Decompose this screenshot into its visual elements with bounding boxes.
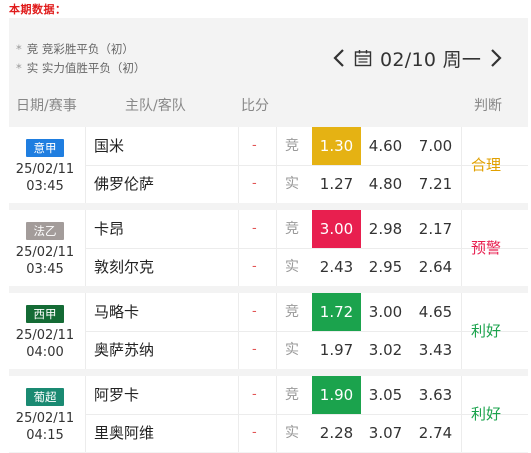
odds-type-label: 竞: [285, 387, 299, 403]
odds-type-label: 竞: [285, 304, 299, 320]
row-divider: [85, 414, 528, 415]
match-date: 25/02/11: [15, 245, 75, 260]
match-time: 04:00: [26, 345, 64, 360]
judgement-label: 利好: [471, 405, 502, 423]
match-time: 04:15: [26, 428, 64, 443]
legend-key: 竞: [26, 42, 39, 56]
row-divider: [85, 165, 528, 166]
odds-draw: 3.02: [368, 341, 403, 359]
match-row[interactable]: 西甲 25/02/11 04:00 马略卡奥萨苏纳 - - 竞实 1.72 3.00 4.65 1.…: [9, 293, 528, 369]
table-header: 日期/赛事 主队/客队 比分 判断: [9, 85, 528, 125]
odds-draw: 2.98: [368, 220, 403, 238]
away-team[interactable]: 佛罗伦萨: [94, 175, 154, 193]
league-badge: 西甲: [26, 305, 64, 323]
away-score: -: [252, 342, 257, 357]
odds-draw: 2.95: [368, 258, 403, 276]
home-score: -: [252, 221, 257, 236]
odds-draw: 4.60: [368, 137, 403, 155]
odds-draw: 3.07: [368, 424, 403, 442]
league-badge: 意甲: [26, 139, 64, 157]
legend-item-strength: * 实 实力值胜平负（初）: [16, 59, 145, 78]
header-date: 日期/赛事: [16, 98, 77, 114]
away-team[interactable]: 奥萨苏纳: [94, 341, 154, 359]
odds-loss: 2.64: [418, 258, 453, 276]
header-teams: 主队/客队: [125, 98, 186, 114]
odds-type-label: 竞: [285, 221, 299, 237]
league-badge: 葡超: [26, 388, 64, 406]
chevron-right-icon[interactable]: [487, 45, 505, 71]
odds-type-label: 实: [285, 342, 299, 358]
match-row[interactable]: 葡超 25/02/11 04:15 阿罗卡里奥阿维 - - 竞实 1.90 3.05 3.63 2.…: [9, 376, 528, 452]
judgement-label: 合理: [471, 156, 502, 174]
date-navigator: 02/10 周一: [330, 44, 505, 72]
odds-loss: 2.74: [418, 424, 453, 442]
row-divider: [85, 331, 528, 332]
odds-win: 2.28: [319, 424, 354, 442]
page-label: 本期数据：: [9, 3, 67, 16]
odds-loss: 2.17: [418, 220, 453, 238]
legend-key: 实: [26, 61, 39, 75]
odds-win: 1.90: [319, 386, 354, 404]
match-date: 25/02/11: [15, 411, 75, 426]
current-date[interactable]: 02/10 周一: [380, 45, 481, 72]
legend: * 竞 竞彩胜平负（初） * 实 实力值胜平负（初）: [16, 40, 145, 78]
odds-draw: 3.00: [368, 303, 403, 321]
odds-loss: 3.43: [418, 341, 453, 359]
legend-marker: *: [16, 61, 22, 75]
odds-type-label: 实: [285, 259, 299, 275]
odds-draw: 4.80: [368, 175, 403, 193]
legend-text: 竞彩胜平负（初）: [41, 42, 134, 56]
row-divider: [85, 248, 528, 249]
home-team[interactable]: 卡昂: [94, 220, 124, 238]
odds-win: 1.30: [319, 137, 354, 155]
legend-item-jingcai: * 竞 竞彩胜平负（初）: [16, 40, 145, 59]
odds-loss: 4.65: [418, 303, 453, 321]
chevron-left-icon[interactable]: [330, 45, 348, 71]
odds-draw: 3.05: [368, 386, 403, 404]
home-score: -: [252, 138, 257, 153]
odds-loss: 7.21: [418, 175, 453, 193]
legend-text: 实力值胜平负（初）: [41, 61, 146, 75]
odds-win: 1.27: [319, 175, 354, 193]
match-date: 25/02/11: [15, 328, 75, 343]
judgement-label: 预警: [471, 239, 502, 257]
odds-win: 3.00: [319, 220, 354, 238]
odds-type-label: 实: [285, 425, 299, 441]
header-judge: 判断: [474, 98, 502, 114]
match-row[interactable]: 法乙 25/02/11 03:45 卡昂敦刻尔克 - - 竞实 3.00 2.98 2.17 2.4…: [9, 210, 528, 286]
odds-win: 2.43: [319, 258, 354, 276]
match-time: 03:45: [26, 262, 64, 277]
header-score: 比分: [241, 98, 269, 114]
home-team[interactable]: 阿罗卡: [94, 386, 139, 404]
away-team[interactable]: 敦刻尔克: [94, 258, 154, 276]
home-team[interactable]: 国米: [94, 137, 124, 155]
home-team[interactable]: 马略卡: [94, 303, 139, 321]
league-badge: 法乙: [26, 222, 64, 240]
home-score: -: [252, 304, 257, 319]
calendar-icon[interactable]: [352, 45, 374, 71]
odds-loss: 3.63: [418, 386, 453, 404]
odds-win: 1.97: [319, 341, 354, 359]
legend-marker: *: [16, 42, 22, 56]
odds-type-label: 实: [285, 176, 299, 192]
away-score: -: [252, 425, 257, 440]
away-team[interactable]: 里奥阿维: [94, 424, 154, 442]
match-date: 25/02/11: [15, 162, 75, 177]
judgement-label: 利好: [471, 322, 502, 340]
match-row[interactable]: 意甲 25/02/11 03:45 国米佛罗伦萨 - - 竞实 1.30 4.60 7.00 1.2…: [9, 127, 528, 203]
odds-loss: 7.00: [418, 137, 453, 155]
odds-win: 1.72: [319, 303, 354, 321]
home-score: -: [252, 387, 257, 402]
away-score: -: [252, 259, 257, 274]
odds-type-label: 竞: [285, 138, 299, 154]
away-score: -: [252, 176, 257, 191]
match-time: 03:45: [26, 179, 64, 194]
